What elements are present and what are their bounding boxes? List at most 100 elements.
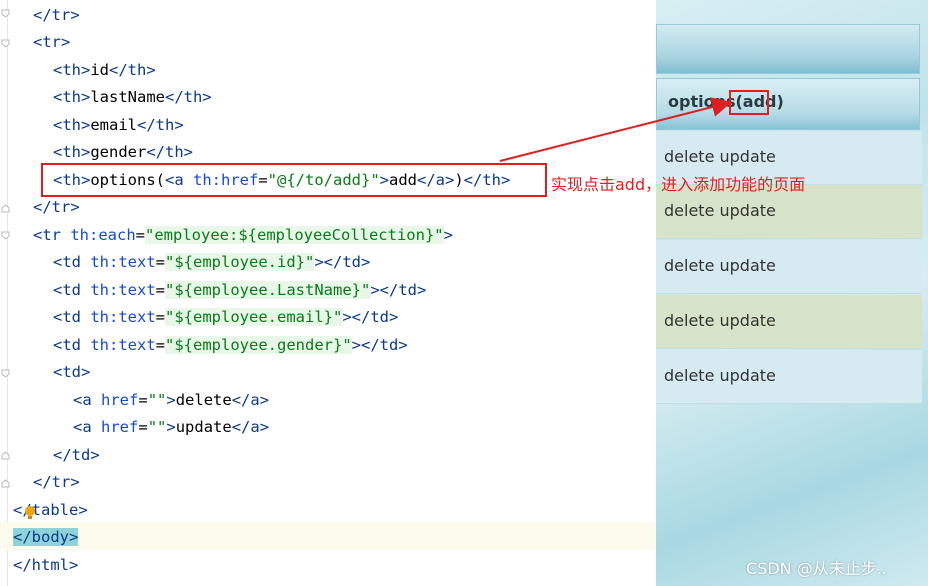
code-token: "${employee.LastName}"	[165, 281, 371, 299]
code-token: ""	[147, 391, 167, 409]
code-token: =	[138, 418, 148, 436]
code-token: <tr>	[33, 33, 71, 51]
code-token: >	[69, 528, 79, 546]
code-token: >	[370, 281, 380, 299]
code-token: ""	[147, 418, 167, 436]
code-line[interactable]: </tr>	[33, 469, 80, 496]
code-token: "${employee.gender}"	[165, 336, 352, 354]
fold-marker-icon[interactable]	[1, 369, 10, 378]
code-token: </html>	[13, 556, 79, 574]
table-row: delete update	[656, 295, 922, 349]
code-line[interactable]: <td>	[53, 359, 90, 386]
code-token: =	[138, 391, 148, 409]
table-row: delete update	[656, 240, 922, 294]
code-token: </td>	[361, 336, 408, 354]
code-token: <td	[53, 336, 81, 354]
code-line[interactable]: </body>	[13, 524, 79, 551]
code-token: <td	[53, 253, 81, 271]
code-token: </th>	[146, 143, 193, 161]
row-actions[interactable]: delete update	[664, 147, 776, 166]
code-line[interactable]: </html>	[13, 552, 78, 579]
code-editor[interactable]: </tr> <tr> <th>id</th> <th>lastName</th>…	[0, 0, 656, 586]
code-token: th:text	[90, 281, 156, 299]
current-line-highlight	[0, 522, 656, 550]
fold-marker-icon[interactable]	[1, 479, 10, 488]
code-line[interactable]: <a href="">update</a>	[73, 414, 269, 441]
code-token: th:text	[90, 308, 156, 326]
code-token: </a>	[231, 418, 270, 436]
code-line[interactable]: <td th:text="${employee.gender}"></td>	[53, 332, 408, 359]
code-token: >	[166, 391, 176, 409]
code-line[interactable]: <th>id</th>	[53, 57, 156, 84]
code-token: =	[135, 226, 146, 244]
fold-marker-icon[interactable]	[1, 204, 10, 213]
code-token: </tr>	[33, 473, 80, 491]
code-line[interactable]: <tr th:each="employee:${employeeCollecti…	[33, 222, 453, 249]
fold-marker-icon[interactable]	[1, 451, 10, 460]
table-row: delete update	[656, 350, 922, 404]
code-line[interactable]: <th>email</th>	[53, 112, 184, 139]
code-line[interactable]: <td th:text="${employee.LastName}"></td>	[53, 277, 426, 304]
code-line[interactable]: <td th:text="${employee.email}"></td>	[53, 304, 398, 331]
fold-marker-icon[interactable]	[1, 9, 10, 18]
code-line[interactable]: <th>gender</th>	[53, 139, 193, 166]
highlight-box	[41, 163, 547, 197]
code-line[interactable]: <th>lastName</th>	[53, 84, 212, 111]
code-token: </th>	[164, 88, 212, 106]
row-actions[interactable]: delete update	[664, 256, 776, 275]
table-caption-bar	[656, 24, 920, 74]
code-token: </td>	[53, 446, 100, 464]
code-token: >	[443, 226, 453, 244]
row-actions[interactable]: delete update	[664, 366, 776, 385]
code-token: </body	[13, 528, 69, 546]
code-token: <th>	[53, 143, 91, 161]
code-line[interactable]: </tr>	[33, 194, 80, 221]
code-token: email	[90, 116, 137, 134]
code-line[interactable]: <a href="">delete</a>	[73, 387, 269, 414]
fold-marker-icon[interactable]	[1, 39, 10, 48]
code-token: <td	[53, 308, 81, 326]
annotation-text: 实现点击add，进入添加功能的页面	[551, 175, 806, 194]
code-token: </td>	[323, 253, 371, 271]
code-token: delete	[175, 391, 232, 409]
fold-marker-icon[interactable]	[1, 231, 10, 240]
code-token: th:each	[70, 226, 136, 244]
code-line[interactable]: <td th:text="${employee.id}"></td>	[53, 249, 370, 276]
watermark: CSDN @从未止步..	[746, 559, 887, 578]
code-token: >	[351, 336, 361, 354]
code-token: </td>	[351, 308, 399, 326]
code-token: href	[101, 418, 139, 436]
code-token: <a	[73, 391, 92, 409]
code-token: <td	[53, 281, 81, 299]
code-token: <th>	[53, 88, 91, 106]
code-token: >	[314, 253, 324, 271]
bulb-icon[interactable]	[23, 505, 37, 521]
code-token: =	[155, 308, 166, 326]
code-token: <	[13, 501, 23, 519]
code-token: lastName	[90, 88, 165, 106]
code-token: gender	[90, 143, 147, 161]
code-token: <tr	[33, 226, 61, 244]
highlight-box	[729, 90, 769, 115]
code-token: =	[155, 253, 166, 271]
code-token: <td>	[53, 363, 91, 381]
code-token: </td>	[379, 281, 427, 299]
code-token: >	[342, 308, 352, 326]
code-token: "${employee.email}"	[165, 308, 343, 326]
code-token: </a>	[231, 391, 270, 409]
row-actions[interactable]: delete update	[664, 311, 776, 330]
code-token: </tr>	[33, 6, 80, 24]
code-token: </th>	[109, 61, 156, 79]
code-token: </th>	[137, 116, 184, 134]
code-token: th:text	[90, 336, 156, 354]
code-token: update	[175, 418, 232, 436]
code-token: id	[90, 61, 109, 79]
code-line[interactable]: <tr>	[33, 29, 70, 56]
code-token: th:text	[90, 253, 156, 271]
code-token: >	[166, 418, 176, 436]
code-token: href	[101, 391, 139, 409]
code-line[interactable]: </td>	[53, 442, 100, 469]
code-line[interactable]: </tr>	[33, 2, 80, 29]
row-actions[interactable]: delete update	[664, 201, 776, 220]
code-token: "employee:${employeeCollection}"	[145, 226, 444, 244]
